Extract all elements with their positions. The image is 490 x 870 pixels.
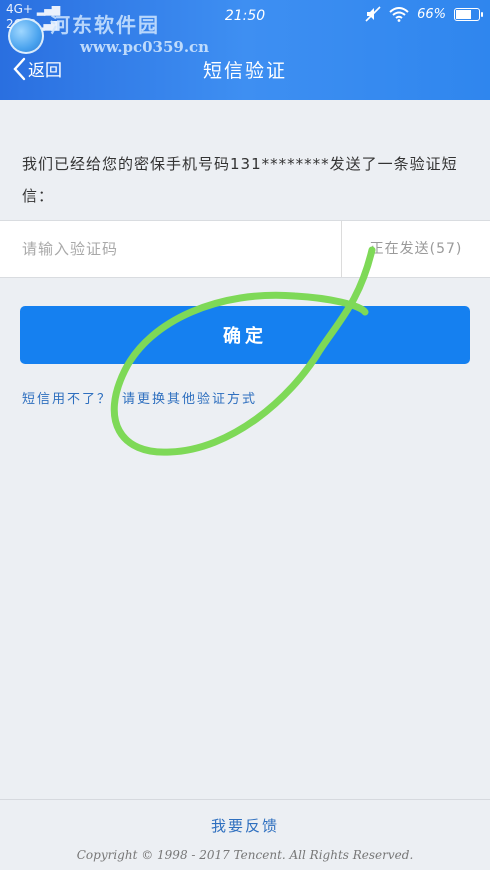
code-row: 正在发送(57) <box>0 220 490 278</box>
change-verification-method-link[interactable]: 请更换其他验证方式 <box>122 392 257 407</box>
alternative-verification: 短信用不了？ 请更换其他验证方式 <box>22 388 257 407</box>
resend-countdown[interactable]: 正在发送(57) <box>342 221 490 277</box>
confirm-button[interactable]: 确定 <box>20 306 470 364</box>
verification-code-input[interactable] <box>0 221 340 277</box>
watermark-logo-icon <box>8 18 44 54</box>
mute-icon <box>365 6 381 22</box>
copyright: Copyright © 1998 - 2017 Tencent. All Rig… <box>76 848 414 862</box>
alt-prefix: 短信用不了？ <box>22 392 113 407</box>
feedback-area: 我要反馈 <box>0 815 490 836</box>
battery-fill <box>456 9 471 19</box>
wifi-icon <box>389 6 409 22</box>
battery-percent: 66% <box>417 6 446 22</box>
app-header: 4G+ ▂▄▆ 2G G▂▄▆ 21:50 66% 河东软件园 www <box>0 0 490 100</box>
status-icons: 66% <box>365 6 483 22</box>
battery-icon <box>454 7 483 21</box>
watermark-url: www.pc0359.cn <box>80 38 210 56</box>
watermark: 河东软件园 www.pc0359.cn <box>8 14 209 58</box>
verification-prompt: 我们已经给您的密保手机号码131********发送了一条验证短信： <box>22 155 458 205</box>
footer-divider <box>0 799 490 800</box>
feedback-link[interactable]: 我要反馈 <box>211 817 279 835</box>
watermark-title: 河东软件园 <box>50 13 160 37</box>
page-title: 短信验证 <box>202 60 287 82</box>
green-circle-annotation <box>110 246 376 456</box>
